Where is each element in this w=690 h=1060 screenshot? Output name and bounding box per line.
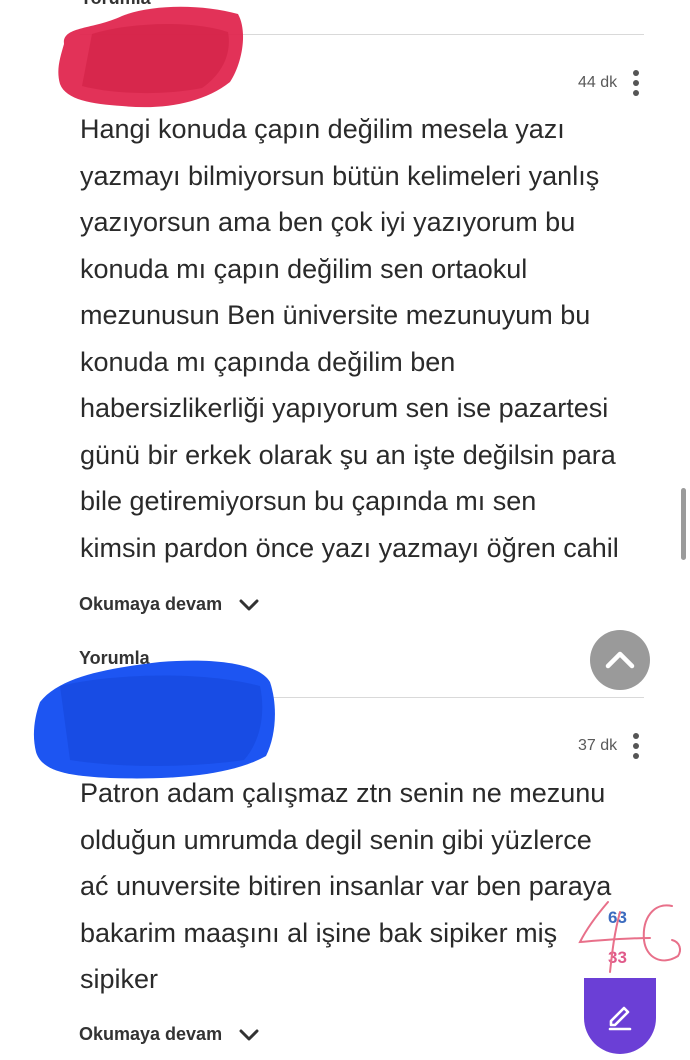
chevron-down-icon xyxy=(239,1029,259,1040)
chevron-up-icon xyxy=(605,651,635,669)
comment-line: bakarim maaşını al işine bak sipiker miş xyxy=(80,917,558,948)
comment-line: mezunusun Ben üniversite mezunuyum bu xyxy=(80,300,591,330)
chevron-down-icon xyxy=(239,599,259,610)
read-more-button[interactable]: Okumaya devam xyxy=(79,1024,260,1045)
comment-line: yazmayı bilmiyorsun bütün kelimeleri yan… xyxy=(80,160,600,191)
comment-line: konuda mı çapında değilim ben xyxy=(80,346,456,377)
redacted-username-blue xyxy=(33,660,275,779)
comment-time: 37 dk xyxy=(578,737,618,754)
comment-line: yazıyorsun ama ben çok iyi yazıyorum bu xyxy=(80,207,576,237)
pencil-icon xyxy=(608,1006,632,1031)
kebab-vertical-icon[interactable] xyxy=(633,70,640,96)
comment-time: 44 dk xyxy=(578,74,618,91)
redacted-username-red xyxy=(58,6,244,108)
read-more-label: Okumaya devam xyxy=(79,594,223,614)
read-more-label: Okumaya devam xyxy=(79,1024,223,1044)
scroll-top-button[interactable] xyxy=(590,630,650,690)
scrollbar[interactable] xyxy=(681,488,686,560)
kebab-vertical-icon[interactable] xyxy=(633,733,640,759)
comment-line: sipiker xyxy=(80,964,159,994)
comment-line: ać unuversite bitiren insanlar var ben p… xyxy=(80,871,612,901)
comment-line: kimsin pardon önce yazı yazmayı öğren ca… xyxy=(80,532,619,563)
handwritten-scribble xyxy=(578,901,681,973)
comment-meta: 37 dk xyxy=(578,733,640,759)
comment-line: Patron adam çalışmaz ztn senin ne mezunu xyxy=(80,778,606,808)
read-more-button[interactable]: Okumaya devam xyxy=(79,594,260,615)
comment-body: Patron adam çalışmaz ztn senin ne mezunu… xyxy=(80,770,650,1003)
comment-line: habersizlikerliği yapıyorum sen ise paza… xyxy=(80,393,609,423)
comment-body: Hangi konuda çapın değilim mesela yazı y… xyxy=(80,106,650,571)
comment-line: Hangi konuda çapın değilim mesela yazı xyxy=(80,114,565,144)
write-comment-button[interactable] xyxy=(584,978,656,1054)
comment-line: olduğun umrumda degil senin gibi yüzlerc… xyxy=(80,824,592,855)
comment-line: günü bir erkek olarak şu an işte değilsi… xyxy=(80,439,616,470)
comment-line: bile getiremiyorsun bu çapında mı sen xyxy=(80,486,537,516)
comments-page: Yorumla 44 dk Hangi konuda çapın değilim… xyxy=(0,0,690,1060)
comment-line: konuda mı çapın değilim sen ortaokul xyxy=(80,253,528,284)
comment-meta: 44 dk xyxy=(578,70,640,96)
